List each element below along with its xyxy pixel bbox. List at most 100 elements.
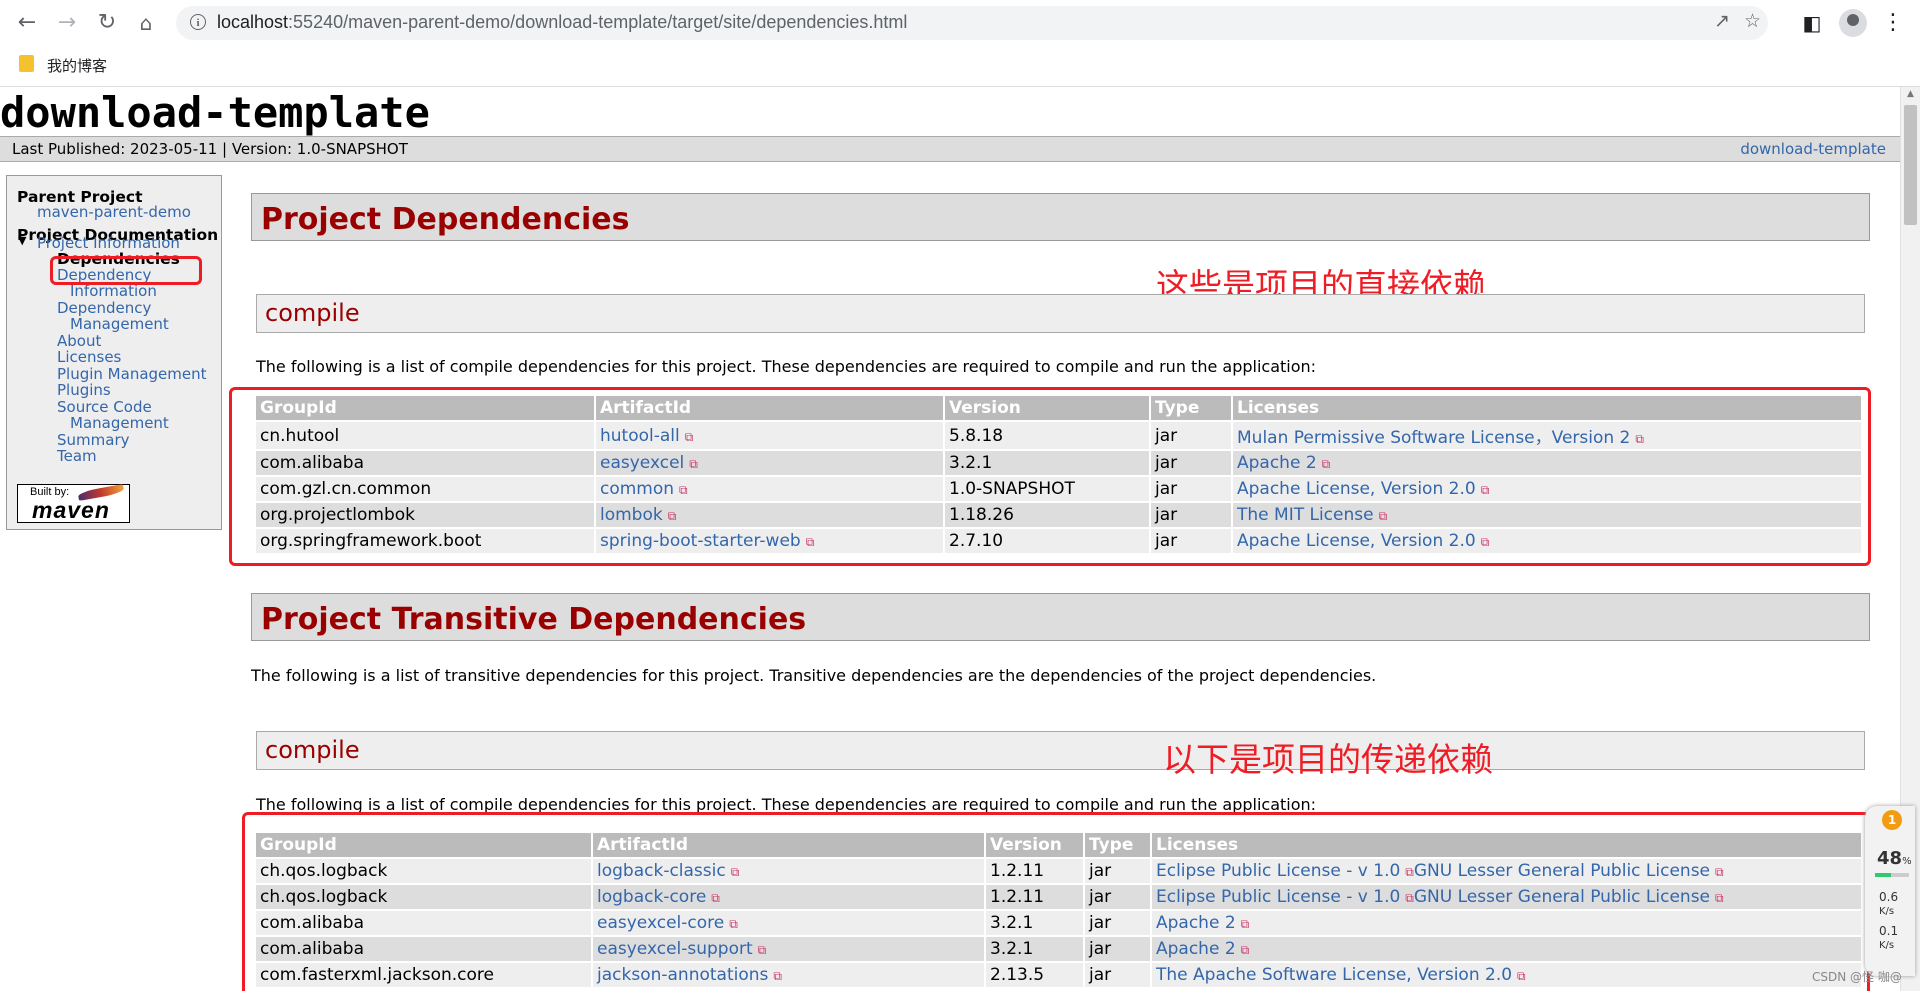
- parent-project-link[interactable]: maven-parent-demo: [37, 204, 191, 220]
- page-content: download-template Last Published: 2023-0…: [0, 87, 1900, 991]
- built-by-maven-logo[interactable]: Built by: maven: [17, 484, 130, 523]
- license-link[interactable]: Eclipse Public License - v 1.0: [1156, 887, 1400, 907]
- table-row: ch.qos.logback logback-classic ⧉ 1.2.11 j…: [256, 859, 1861, 883]
- star-icon[interactable]: ☆: [1744, 10, 1761, 32]
- license-link[interactable]: Apache License, Version 2.0: [1237, 531, 1476, 551]
- transitive-description: The following is a list of transitive de…: [251, 666, 1377, 685]
- external-link-icon: ⧉: [1517, 969, 1526, 983]
- scroll-up-arrow-icon[interactable]: ▲: [1907, 89, 1914, 99]
- license-link[interactable]: Apache 2: [1237, 453, 1317, 473]
- external-link-icon: ⧉: [1480, 535, 1490, 549]
- back-icon[interactable]: ←: [12, 8, 42, 38]
- artifact-link[interactable]: hutool-all: [600, 426, 680, 446]
- external-link-icon: ⧉: [1240, 917, 1250, 931]
- artifact-link[interactable]: logback-core: [597, 887, 706, 907]
- col-artifactid: ArtifactId: [593, 833, 984, 857]
- site-info-icon[interactable]: i: [190, 14, 206, 30]
- breadcrumb-project-link[interactable]: download-template: [1740, 140, 1886, 158]
- site-title: download-template: [0, 88, 430, 137]
- group-id: com.alibaba: [256, 937, 591, 961]
- artifact-link[interactable]: easyexcel-core: [597, 913, 724, 933]
- compile-title-2: compile: [265, 736, 360, 764]
- external-link-icon: ⧉: [711, 891, 720, 905]
- external-link-icon: ⧉: [1321, 457, 1331, 471]
- url-text[interactable]: localhost:55240/maven-parent-demo/downlo…: [217, 12, 907, 33]
- menu-icon[interactable]: ⋮: [1878, 8, 1908, 38]
- table-row: ch.qos.logback logback-core ⧉ 1.2.11 jar …: [256, 885, 1861, 909]
- artifact-link[interactable]: spring-boot-starter-web: [600, 531, 801, 551]
- forward-icon[interactable]: →: [52, 8, 82, 38]
- artifact-link[interactable]: common: [600, 479, 674, 499]
- notification-badge[interactable]: 1: [1882, 810, 1902, 830]
- version: 2.13.5: [986, 963, 1083, 987]
- artifact-link[interactable]: easyexcel: [600, 453, 684, 473]
- nav-team[interactable]: Team: [57, 448, 97, 464]
- artifact-link[interactable]: easyexcel-support: [597, 939, 753, 959]
- share-icon[interactable]: ↗: [1714, 10, 1730, 32]
- address-bar[interactable]: i localhost:55240/maven-parent-demo/down…: [176, 6, 1768, 40]
- scrollbar-thumb[interactable]: [1904, 105, 1917, 225]
- external-link-icon: ⧉: [667, 509, 677, 523]
- license-link-2[interactable]: GNU Lesser General Public License: [1414, 887, 1710, 907]
- nav-summary[interactable]: Summary: [57, 432, 130, 448]
- type: jar: [1151, 422, 1231, 449]
- home-icon[interactable]: ⌂: [131, 8, 161, 38]
- group-id: org.projectlombok: [256, 503, 594, 527]
- breadcrumb: Last Published: 2023-05-11 | Version: 1.…: [0, 136, 1900, 162]
- col-artifactid: ArtifactId: [596, 396, 943, 420]
- license-link[interactable]: The MIT License: [1237, 505, 1374, 525]
- license-link[interactable]: The Apache Software License, Version 2.0: [1156, 965, 1512, 985]
- type: jar: [1085, 859, 1150, 883]
- bookmarks-bar: 我的博客: [0, 46, 1920, 87]
- license-link[interactable]: Apache 2: [1156, 939, 1236, 959]
- artifact-link[interactable]: logback-classic: [597, 861, 726, 881]
- nav-dependency-management-2[interactable]: Management: [70, 316, 169, 332]
- transitive-dependencies-header: Project Transitive Dependencies: [251, 593, 1870, 641]
- profile-avatar-icon[interactable]: [1839, 9, 1867, 37]
- license-link-2[interactable]: GNU Lesser General Public License: [1414, 861, 1710, 881]
- version: 3.2.1: [986, 911, 1083, 935]
- col-licenses: Licenses: [1152, 833, 1861, 857]
- reload-icon[interactable]: ↻: [92, 8, 122, 38]
- nav-dependency-management[interactable]: Dependency: [57, 300, 151, 316]
- nav-dependency-information-2[interactable]: Information: [70, 283, 157, 299]
- upload-speed: 0.6: [1879, 890, 1899, 904]
- license-link[interactable]: Apache License, Version 2.0: [1237, 479, 1476, 499]
- artifact-link[interactable]: jackson-annotations: [597, 965, 768, 985]
- nav-licenses[interactable]: Licenses: [57, 349, 121, 365]
- type: jar: [1151, 477, 1231, 501]
- table-row: com.alibaba easyexcel-support ⧉ 3.2.1 jar…: [256, 937, 1861, 961]
- license-link[interactable]: Eclipse Public License - v 1.0: [1156, 861, 1400, 881]
- group-id: ch.qos.logback: [256, 885, 591, 909]
- annotation-box-dependencies: [50, 256, 202, 285]
- compile-header: compile: [256, 294, 1865, 333]
- external-link-icon: ⧉: [1405, 891, 1414, 905]
- bookmark-item[interactable]: 我的博客: [47, 55, 107, 76]
- nav-plugins[interactable]: Plugins: [57, 382, 111, 398]
- col-licenses: Licenses: [1233, 396, 1861, 420]
- external-link-icon: ⧉: [730, 865, 740, 879]
- url-path: :55240/maven-parent-demo/download-templa…: [288, 12, 908, 32]
- external-link-icon: ⧉: [689, 457, 698, 471]
- compile-header-2: compile: [256, 731, 1865, 770]
- network-monitor-widget[interactable]: 1 48% 0.6 K/s 0.1 K/s: [1865, 806, 1915, 976]
- compile-description: The following is a list of compile depen…: [256, 357, 1317, 376]
- nav-source-code[interactable]: Source Code: [57, 399, 152, 415]
- expand-triangle-icon[interactable]: ▼: [18, 234, 26, 247]
- transitive-dependencies-title: Project Transitive Dependencies: [261, 602, 807, 637]
- side-panel-icon[interactable]: ◧: [1797, 8, 1827, 38]
- group-id: com.gzl.cn.common: [256, 477, 594, 501]
- nav-source-code-2[interactable]: Management: [70, 415, 169, 431]
- nav-about[interactable]: About: [57, 333, 101, 349]
- nav-plugin-management[interactable]: Plugin Management: [57, 366, 207, 382]
- artifact-link[interactable]: lombok: [600, 505, 663, 525]
- type: jar: [1151, 503, 1231, 527]
- license-link[interactable]: Apache 2: [1156, 913, 1236, 933]
- license-link[interactable]: Mulan Permissive Software License，Versio…: [1237, 428, 1630, 448]
- external-link-icon: ⧉: [805, 535, 815, 549]
- table-row: cn.hutool hutool-all ⧉ 5.8.18 jar Mulan P…: [256, 422, 1861, 449]
- percent-sign: %: [1902, 856, 1912, 867]
- type: jar: [1151, 529, 1231, 553]
- project-information-link[interactable]: Project Information: [37, 235, 180, 251]
- last-published: Last Published: 2023-05-11 | Version: 1.…: [12, 140, 408, 158]
